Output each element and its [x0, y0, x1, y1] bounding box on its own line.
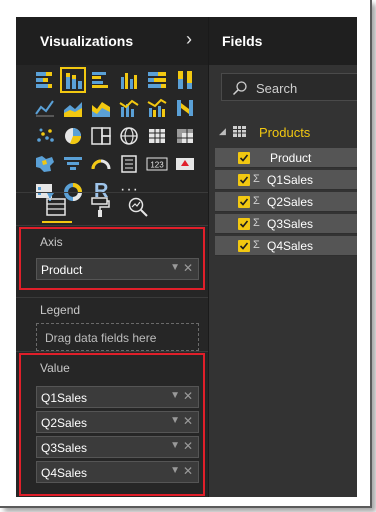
drop-zone-placeholder: Drag data fields here	[45, 331, 157, 345]
pie-chart-icon[interactable]	[62, 125, 84, 147]
filled-map-icon[interactable]	[34, 153, 56, 175]
100-stacked-bar-chart-icon[interactable]	[146, 69, 168, 91]
tabs-divider	[16, 225, 208, 226]
sigma-icon: Σ	[253, 173, 260, 185]
chip-label: Q1Sales	[41, 391, 88, 405]
kpi-icon[interactable]	[174, 153, 196, 175]
gauge-icon[interactable]	[90, 153, 112, 175]
power-bi-app: Visualizations › 123 R ··· Axis Product …	[16, 17, 357, 497]
checkbox-checked-icon[interactable]	[238, 174, 250, 186]
chevron-down-icon[interactable]: ▼	[170, 465, 180, 476]
card-icon-text: 123	[150, 161, 164, 170]
field-name: Product	[270, 151, 312, 165]
visualizations-pane: Visualizations › 123 R ··· Axis Product …	[16, 17, 208, 497]
table-node-products[interactable]: ◢ Products	[209, 121, 357, 143]
close-icon[interactable]: ✕	[183, 389, 193, 403]
value-well: Value Q1Sales ▼ ✕ Q2Sales ▼ ✕ Q3Sales ▼ …	[16, 353, 208, 495]
search-icon	[232, 81, 247, 96]
fields-title: Fields	[222, 33, 263, 49]
chip-label: Product	[41, 263, 83, 277]
chevron-down-icon[interactable]: ▼	[170, 390, 180, 401]
line-and-clustered-column-chart-icon[interactable]	[146, 97, 168, 119]
axis-field-chip-product[interactable]: Product ▼ ✕	[36, 258, 199, 280]
chip-label: Q4Sales	[41, 466, 88, 480]
scatter-chart-icon[interactable]	[34, 125, 56, 147]
chip-label: Q3Sales	[41, 441, 88, 455]
axis-well: Axis Product ▼ ✕	[16, 227, 208, 289]
fields-tab-icon[interactable]	[44, 195, 70, 219]
line-and-stacked-column-chart-icon[interactable]	[118, 97, 140, 119]
field-name: Q1Sales	[267, 173, 314, 187]
value-field-chip-q1sales[interactable]: Q1Sales ▼ ✕	[36, 386, 199, 408]
sigma-icon: Σ	[253, 217, 260, 229]
axis-well-label: Axis	[40, 235, 63, 249]
funnel-icon[interactable]	[62, 153, 84, 175]
axis-divider	[16, 297, 208, 298]
field-row-product[interactable]: Product	[215, 148, 357, 168]
table-icon[interactable]	[146, 125, 168, 147]
stacked-area-chart-icon[interactable]	[90, 97, 112, 119]
value-field-chip-q3sales[interactable]: Q3Sales ▼ ✕	[36, 436, 199, 458]
field-name: Q4Sales	[267, 239, 314, 253]
legend-well-label: Legend	[40, 303, 81, 317]
area-chart-icon[interactable]	[62, 97, 84, 119]
matrix-icon[interactable]	[174, 125, 196, 147]
collapse-caret-icon[interactable]: ◢	[219, 126, 226, 137]
100-stacked-column-chart-icon[interactable]	[174, 69, 196, 91]
field-name: Q3Sales	[267, 217, 314, 231]
value-field-chip-q2sales[interactable]: Q2Sales ▼ ✕	[36, 411, 199, 433]
line-chart-icon[interactable]	[34, 97, 56, 119]
field-name: Q2Sales	[267, 195, 314, 209]
chip-label: Q2Sales	[41, 416, 88, 430]
close-icon[interactable]: ✕	[183, 464, 193, 478]
fields-header: Fields	[209, 17, 357, 65]
clustered-bar-chart-icon[interactable]	[90, 69, 112, 91]
checkbox-checked-icon[interactable]	[238, 218, 250, 230]
field-row-q1sales[interactable]: Σ Q1Sales	[215, 170, 357, 190]
field-row-q4sales[interactable]: Σ Q4Sales	[215, 236, 357, 256]
legend-drop-zone[interactable]: Drag data fields here	[36, 323, 199, 351]
screenshot-frame: Visualizations › 123 R ··· Axis Product …	[0, 0, 372, 508]
visualizations-header: Visualizations ›	[16, 17, 208, 65]
field-row-q2sales[interactable]: Σ Q2Sales	[215, 192, 357, 212]
globe-map-icon[interactable]	[118, 125, 140, 147]
fields-pane: Fields ◢ Products Product	[208, 17, 357, 497]
field-row-q3sales[interactable]: Σ Q3Sales	[215, 214, 357, 234]
clustered-column-chart-icon[interactable]	[118, 69, 140, 91]
stacked-bar-chart-icon[interactable]	[34, 69, 56, 91]
pane-tabs	[16, 193, 208, 223]
search-input[interactable]	[256, 79, 356, 97]
card-icon[interactable]: 123	[146, 153, 168, 175]
chevron-right-icon[interactable]: ›	[186, 29, 192, 50]
table-name: Products	[259, 125, 311, 140]
close-icon[interactable]: ✕	[183, 414, 193, 428]
value-well-label: Value	[40, 361, 70, 375]
visualizations-title: Visualizations	[40, 33, 134, 49]
analytics-magnifier-icon[interactable]	[126, 195, 152, 219]
chevron-down-icon[interactable]: ▼	[170, 262, 180, 273]
chevron-down-icon[interactable]: ▼	[170, 440, 180, 451]
checkbox-checked-icon[interactable]	[238, 196, 250, 208]
sigma-icon: Σ	[253, 195, 260, 207]
multi-row-card-icon[interactable]	[118, 153, 140, 175]
checkbox-checked-icon[interactable]	[238, 152, 250, 164]
table-icon	[233, 126, 246, 137]
treemap-icon[interactable]	[90, 125, 112, 147]
active-tab-underline	[42, 221, 72, 223]
fields-search-box	[221, 73, 357, 101]
chevron-down-icon[interactable]: ▼	[170, 415, 180, 426]
legend-divider	[16, 351, 208, 352]
close-icon[interactable]: ✕	[183, 261, 193, 275]
value-field-chip-q4sales[interactable]: Q4Sales ▼ ✕	[36, 461, 199, 483]
checkbox-checked-icon[interactable]	[238, 240, 250, 252]
legend-well: Legend Drag data fields here	[16, 299, 208, 359]
format-paint-roller-icon[interactable]	[88, 195, 114, 219]
stacked-column-chart-icon[interactable]	[60, 67, 86, 93]
sigma-icon: Σ	[253, 239, 260, 251]
close-icon[interactable]: ✕	[183, 439, 193, 453]
ribbon-chart-icon[interactable]	[174, 97, 196, 119]
